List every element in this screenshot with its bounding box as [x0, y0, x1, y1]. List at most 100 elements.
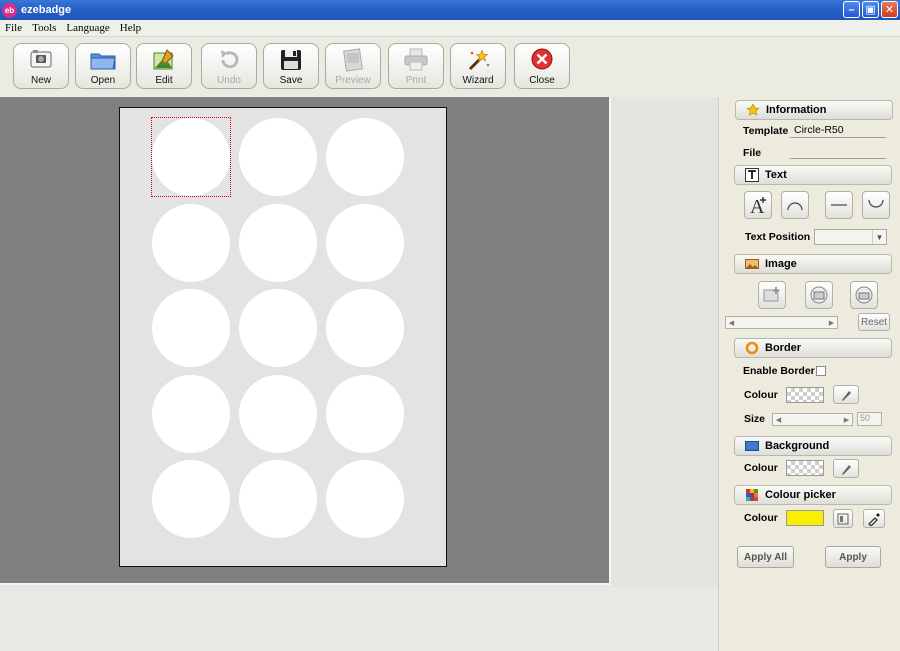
background-colour-label: Colour: [744, 462, 778, 474]
badge-circle[interactable]: [326, 374, 404, 453]
undo-button[interactable]: Undo: [201, 43, 257, 89]
text-arc-bottom-button[interactable]: [862, 191, 890, 219]
new-badge-icon: [30, 50, 52, 68]
menu-file[interactable]: File: [0, 22, 27, 34]
eyedropper-button[interactable]: [863, 509, 885, 528]
text-arc-top-button[interactable]: [781, 191, 809, 219]
arrow-left-icon[interactable]: ◀: [726, 317, 737, 328]
magic-wand-icon: [468, 49, 490, 71]
edit-button[interactable]: Edit: [136, 43, 192, 89]
new-label: New: [30, 75, 51, 86]
image-fit-button[interactable]: [805, 281, 833, 309]
border-colour-swatch[interactable]: [786, 387, 824, 403]
image-section-header[interactable]: Image: [734, 254, 892, 274]
menu-help[interactable]: Help: [115, 22, 146, 34]
window-title: ezebadge: [21, 4, 72, 16]
badge-circle[interactable]: [239, 374, 317, 453]
text-position-select[interactable]: ▼: [814, 229, 887, 245]
close-circle-icon: [531, 48, 553, 70]
close-window-button[interactable]: ✕: [881, 1, 898, 18]
text-section-header[interactable]: Text: [734, 165, 892, 185]
print-button[interactable]: Print: [388, 43, 444, 89]
arrow-left-icon[interactable]: ◀: [773, 414, 784, 425]
badge-circle[interactable]: [326, 289, 404, 367]
badge-circle[interactable]: [239, 460, 317, 538]
wizard-button[interactable]: Wizard: [450, 43, 506, 89]
printer-icon: [404, 48, 428, 71]
template-value: Circle-R50: [794, 124, 844, 136]
close-button[interactable]: Close: [514, 43, 570, 89]
add-text-button[interactable]: A: [744, 191, 772, 219]
badge-circle[interactable]: [326, 460, 404, 538]
enable-border-label: Enable Border: [743, 365, 815, 377]
minimize-button[interactable]: –: [843, 1, 860, 18]
open-button[interactable]: Open: [75, 43, 131, 89]
restore-button[interactable]: ▣: [862, 1, 879, 18]
add-text-icon: A: [750, 196, 766, 216]
palette-grid-icon: [837, 513, 849, 524]
border-size-input[interactable]: 50: [857, 412, 882, 426]
badge-circle[interactable]: [152, 289, 230, 367]
toolbar: New Open Edit Undo Save Preview Print Wi…: [0, 37, 900, 97]
brush-icon: [842, 390, 851, 401]
menu-language[interactable]: Language: [61, 22, 114, 34]
eyedropper-icon: [868, 512, 880, 526]
preview-icon: [343, 48, 363, 72]
arrow-right-icon[interactable]: ▶: [841, 414, 852, 425]
background-section-header[interactable]: Background: [734, 436, 892, 456]
template-label: Template: [743, 125, 789, 137]
badge-circle[interactable]: [152, 203, 230, 282]
background-header-label: Background: [765, 440, 830, 452]
badge-circle[interactable]: [239, 289, 317, 367]
save-button[interactable]: Save: [263, 43, 319, 89]
menu-tools[interactable]: Tools: [27, 22, 61, 34]
star-icon: [746, 103, 760, 116]
badge-circle[interactable]: [326, 118, 404, 196]
colour-picker-header-label: Colour picker: [765, 489, 836, 501]
design-canvas[interactable]: [0, 97, 611, 585]
border-size-slider[interactable]: ◀ ▶: [772, 413, 853, 426]
colour-picker-section-header[interactable]: Colour picker: [734, 485, 892, 505]
badge-circle[interactable]: [152, 460, 230, 538]
badge-circle[interactable]: [239, 118, 317, 196]
straight-line-icon: [831, 204, 847, 206]
badge-circle[interactable]: [152, 374, 230, 453]
apply-all-button[interactable]: Apply All: [737, 546, 794, 568]
palette-icon: [746, 489, 758, 501]
image-zoom-slider[interactable]: ◀ ▶: [725, 316, 838, 329]
template-underline: [790, 137, 886, 138]
add-image-button[interactable]: [758, 281, 786, 309]
arc-up-icon: [787, 202, 803, 211]
preview-button[interactable]: Preview: [325, 43, 381, 89]
border-header-label: Border: [765, 342, 802, 354]
folder-icon: [90, 53, 116, 70]
image-header-label: Image: [765, 258, 797, 270]
image-crop-icon: [855, 286, 873, 304]
information-section-header[interactable]: Information: [735, 100, 893, 120]
text-straight-button[interactable]: [825, 191, 853, 219]
badge-circle[interactable]: [239, 203, 317, 282]
border-colour-picker-button[interactable]: [833, 385, 859, 404]
undo-label: Undo: [217, 75, 241, 86]
picker-colour-swatch[interactable]: [786, 510, 824, 526]
text-header-label: Text: [765, 169, 787, 181]
arrow-right-icon[interactable]: ▶: [826, 317, 837, 328]
border-section-header[interactable]: Border: [734, 338, 892, 358]
colour-palette-button[interactable]: [833, 509, 853, 528]
text-position-label: Text Position: [745, 231, 811, 243]
background-fill-icon: [745, 441, 759, 451]
badge-circle[interactable]: [326, 203, 404, 282]
border-colour-label: Colour: [744, 389, 778, 401]
background-colour-swatch[interactable]: [786, 460, 824, 476]
save-label: Save: [279, 75, 303, 86]
new-button[interactable]: New: [13, 43, 69, 89]
enable-border-checkbox[interactable]: [816, 366, 826, 376]
apply-button[interactable]: Apply: [825, 546, 881, 568]
image-crop-button[interactable]: [850, 281, 878, 309]
menu-bar: File Tools Language Help: [0, 20, 900, 37]
image-reset-button[interactable]: Reset: [858, 313, 890, 331]
canvas-margin: [0, 587, 718, 651]
app-logo: eb: [2, 2, 17, 18]
background-colour-picker-button[interactable]: [833, 459, 859, 478]
badge-sheet[interactable]: [119, 107, 447, 567]
